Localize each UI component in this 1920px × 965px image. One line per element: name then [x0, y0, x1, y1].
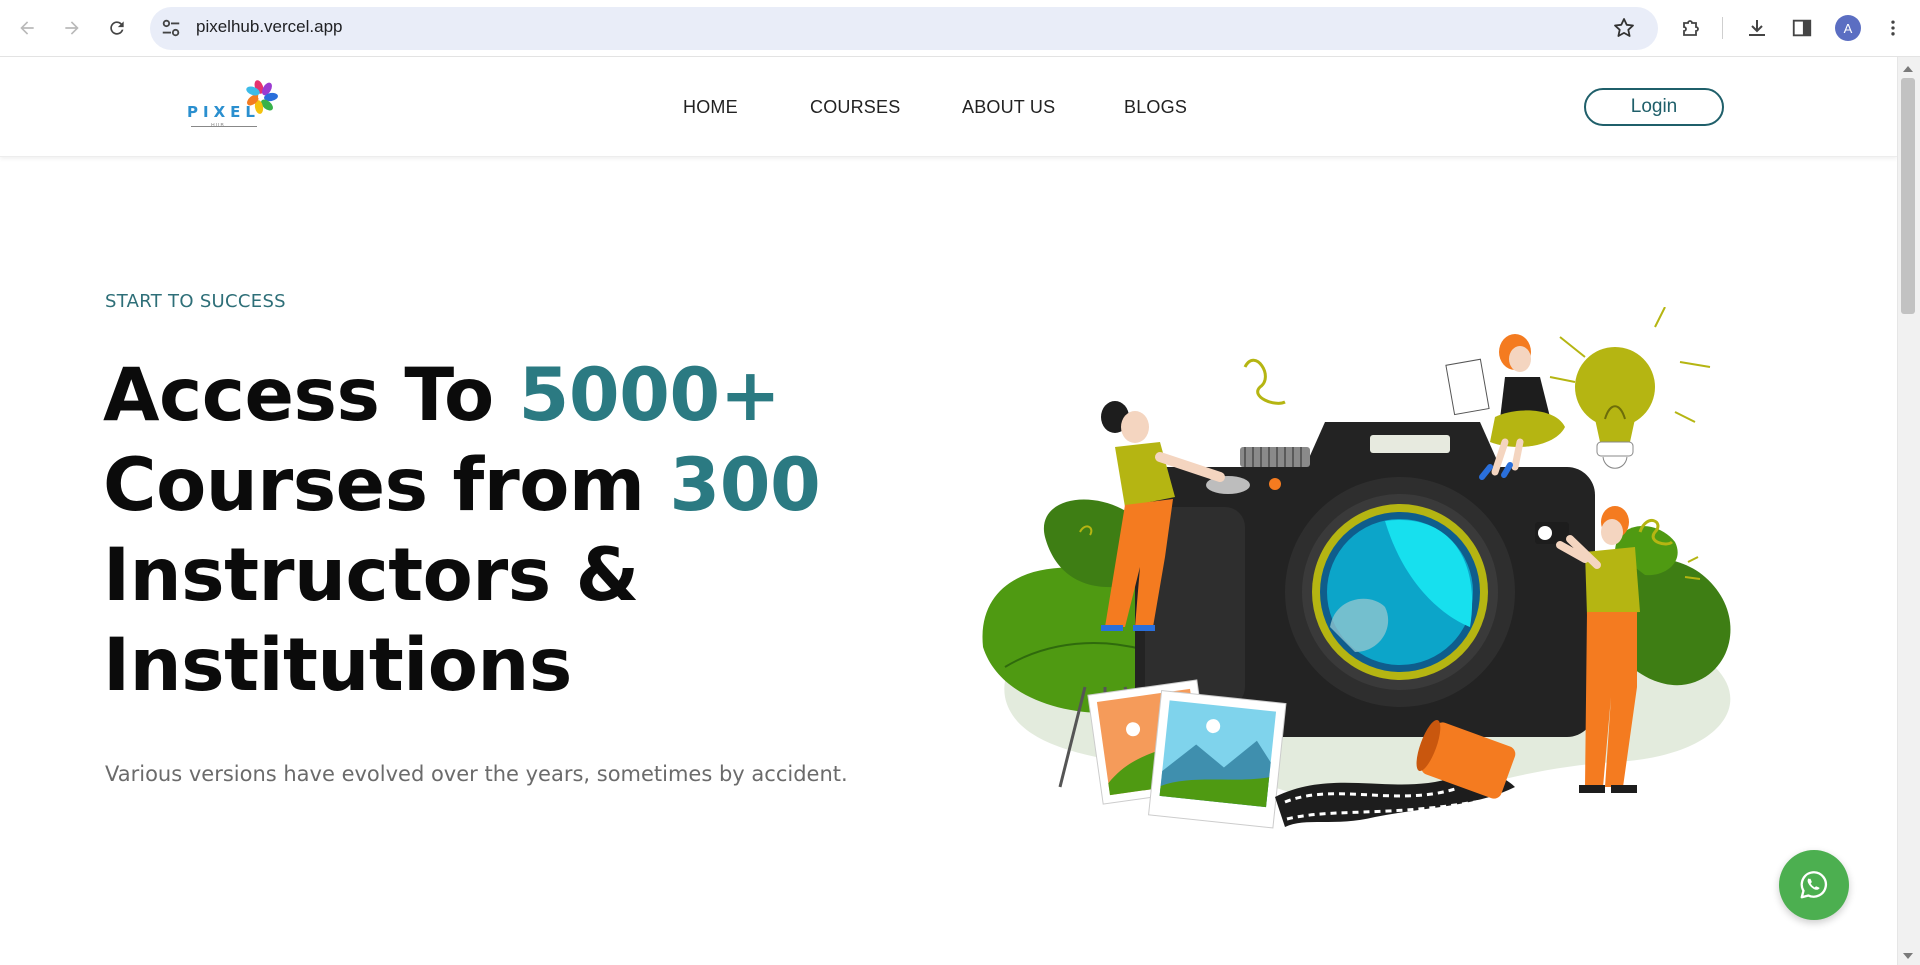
scrollbar-thumb[interactable] [1901, 78, 1915, 314]
headline-part: Institutions [103, 623, 572, 708]
more-vert-icon [1891, 20, 1895, 36]
browser-toolbar: pixelhub.vercel.app A [0, 0, 1920, 57]
download-icon [1749, 20, 1765, 36]
headline-part: Instructors & [103, 533, 639, 618]
headline-part: Courses from [103, 443, 670, 528]
nav-blogs[interactable]: BLOGS [1124, 97, 1187, 118]
downloads-button[interactable] [1744, 15, 1770, 41]
side-panel-button[interactable] [1789, 15, 1815, 41]
puzzle-icon [1683, 20, 1699, 36]
arrow-left-icon [20, 21, 34, 35]
scroll-up-arrow[interactable] [1903, 66, 1913, 72]
forward-button[interactable] [54, 10, 90, 46]
hero-eyebrow: START TO SUCCESS [105, 291, 286, 312]
reload-icon [110, 21, 124, 35]
url-text[interactable]: pixelhub.vercel.app [196, 17, 342, 37]
hero-camera-illustration [982, 307, 1731, 829]
whatsapp-icon [1800, 871, 1827, 899]
toolbar-separator [1722, 17, 1723, 39]
profile-avatar[interactable]: A [1835, 15, 1861, 41]
browser-menu-button[interactable] [1880, 15, 1906, 41]
nav-about-us[interactable]: ABOUT US [962, 97, 1055, 118]
page-viewport: PIXEL HUB HOME COURSES ABOUT US BLOGS Lo… [0, 57, 1897, 965]
hero-subline: Various versions have evolved over the y… [105, 762, 848, 786]
whatsapp-chat-button[interactable] [1779, 850, 1849, 920]
extensions-button[interactable] [1678, 15, 1704, 41]
logo-subtext: HUB [211, 123, 225, 129]
headline-highlight-instructors: 300 [669, 443, 821, 528]
address-bar[interactable] [150, 7, 1658, 50]
headline-highlight-courses: 5000+ [518, 353, 781, 438]
side-panel-icon [1792, 19, 1812, 37]
headline-part: Access To [103, 353, 519, 438]
reload-button[interactable] [99, 10, 135, 46]
scroll-down-arrow[interactable] [1903, 953, 1913, 959]
nav-courses[interactable]: COURSES [810, 97, 900, 118]
back-button[interactable] [9, 10, 45, 46]
logo-wordmark: PIXEL [187, 103, 260, 121]
login-button[interactable]: Login [1584, 88, 1724, 126]
tune-icon[interactable] [160, 17, 182, 39]
pixelhub-logo[interactable]: PIXEL HUB [183, 77, 283, 137]
nav-home[interactable]: HOME [683, 97, 738, 118]
arrow-right-icon [65, 21, 79, 35]
site-header: PIXEL HUB HOME COURSES ABOUT US BLOGS Lo… [0, 57, 1897, 157]
hero-headline: Access To 5000+ Courses from 300 Instruc… [103, 351, 883, 711]
star-icon[interactable] [1612, 16, 1636, 40]
